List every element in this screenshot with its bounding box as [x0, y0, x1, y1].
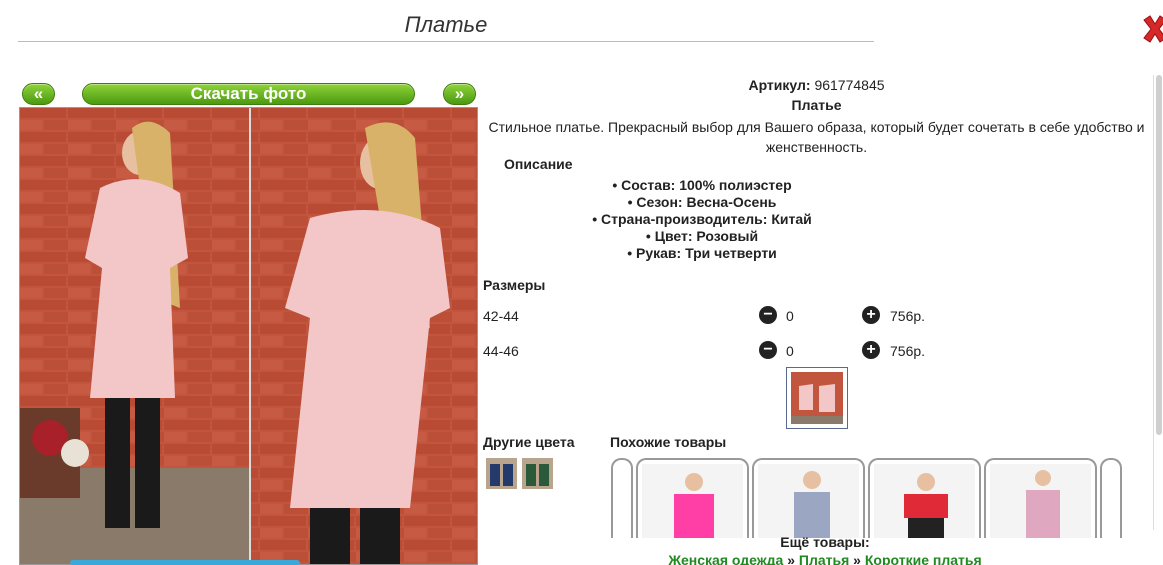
size-label: 42-44 — [483, 308, 519, 324]
similar-product-card[interactable] — [984, 458, 1097, 538]
thumbnail-current[interactable] — [786, 367, 848, 429]
product-photo[interactable] — [19, 107, 478, 565]
size-price: 756р. — [890, 343, 926, 359]
similar-product-card[interactable] — [636, 458, 749, 538]
breadcrumb-link[interactable]: Короткие платья — [865, 552, 982, 565]
size-label: 44-46 — [483, 343, 519, 359]
color-swatch[interactable] — [522, 458, 553, 489]
similar-scroll-left[interactable] — [611, 458, 633, 538]
product-name: Платье — [791, 97, 842, 113]
similar-heading: Похожие товары — [610, 434, 727, 450]
similar-product-card[interactable] — [868, 458, 981, 538]
right-scrollbar[interactable] — [1153, 75, 1163, 530]
property-item: Рукав: Три четверти — [480, 245, 924, 262]
download-photo-button[interactable]: Скачать фото — [82, 83, 415, 105]
property-item: Цвет: Розовый — [480, 228, 924, 245]
other-colors-heading: Другие цвета — [483, 434, 575, 450]
breadcrumb-link[interactable]: Платья — [799, 552, 849, 565]
size-row: 44-46 − 0 + 756р. — [483, 340, 943, 364]
more-products-heading: Ещё товары: — [780, 534, 870, 550]
size-qty: 0 — [786, 308, 794, 324]
similar-product-card[interactable] — [752, 458, 865, 538]
article-line: Артикул: 961774845 — [480, 77, 1153, 93]
page-title: Платье — [18, 10, 874, 42]
property-item: Сезон: Весна-Осень — [480, 194, 924, 211]
close-icon[interactable] — [1140, 14, 1163, 44]
breadcrumb: Женская одежда » Платья » Короткие плать… — [600, 552, 1050, 565]
color-swatch[interactable] — [486, 458, 517, 489]
next-photo-button[interactable]: » — [443, 83, 476, 105]
minus-circle-icon[interactable]: − — [759, 306, 777, 324]
property-list: Состав: 100% полиэстер Сезон: Весна-Осен… — [480, 177, 924, 262]
product-description: Стильное платье. Прекрасный выбор для Ва… — [488, 119, 1145, 155]
minus-circle-icon[interactable]: − — [759, 341, 777, 359]
article-value: 961774845 — [814, 77, 885, 93]
size-row: 42-44 − 0 + 756р. — [483, 305, 943, 329]
prev-photo-button[interactable]: « — [22, 83, 55, 105]
plus-circle-icon[interactable]: + — [862, 341, 880, 359]
similar-scroll-right[interactable] — [1100, 458, 1122, 538]
property-item: Состав: 100% полиэстер — [480, 177, 924, 194]
size-qty: 0 — [786, 343, 794, 359]
photo-scroll-indicator[interactable] — [70, 560, 300, 565]
breadcrumb-sep: » — [783, 552, 799, 565]
sizes-heading: Размеры — [483, 277, 546, 293]
size-price: 756р. — [890, 308, 926, 324]
scroll-thumb[interactable] — [1156, 75, 1162, 435]
article-label: Артикул: — [748, 77, 811, 93]
breadcrumb-link[interactable]: Женская одежда — [668, 552, 783, 565]
breadcrumb-sep: » — [849, 552, 865, 565]
plus-circle-icon[interactable]: + — [862, 306, 880, 324]
property-item: Страна-производитель: Китай — [480, 211, 924, 228]
description-heading: Описание — [504, 156, 573, 172]
